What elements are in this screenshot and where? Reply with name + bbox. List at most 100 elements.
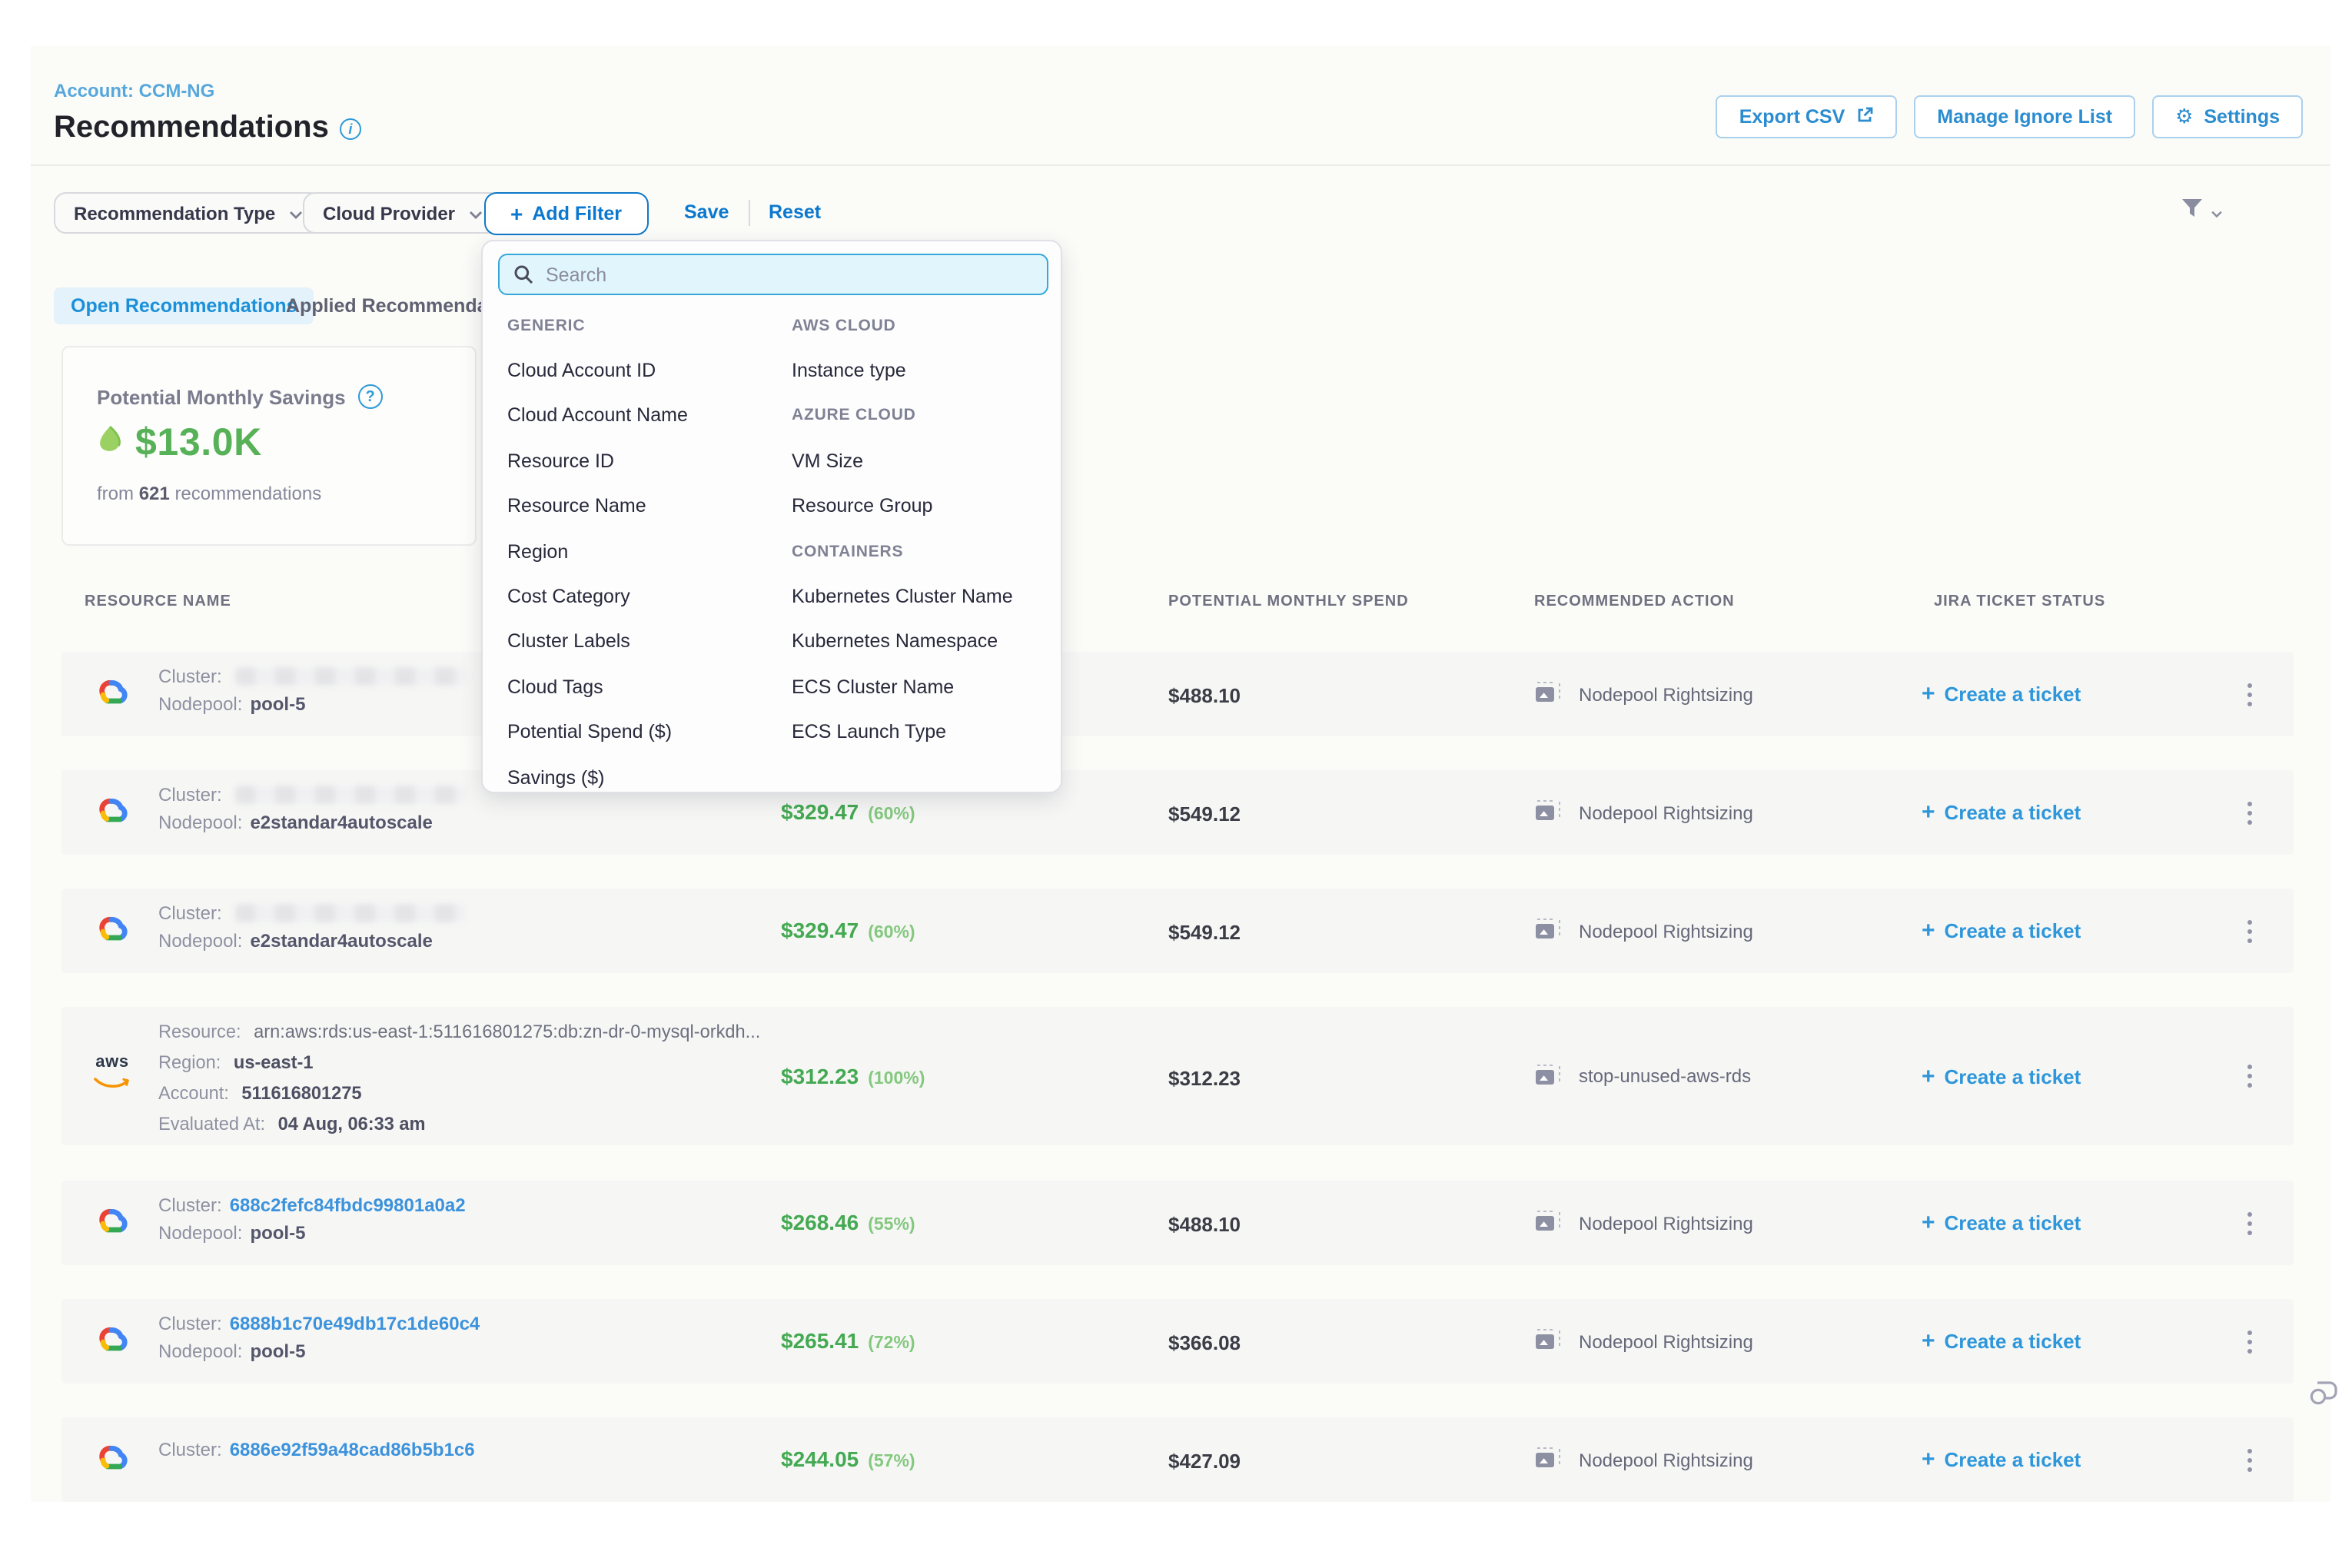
action-label: Nodepool Rightsizing	[1579, 683, 1753, 705]
plus-icon: +	[1922, 1448, 1935, 1471]
resource-cell: Resource: arn:aws:rds:us-east-1:51161680…	[158, 1016, 760, 1139]
filter-option-resource-id[interactable]: Resource ID	[507, 438, 770, 483]
cloud-provider-dropdown[interactable]: Cloud Provider	[303, 192, 503, 234]
cluster-link[interactable]: 6888b1c70e49db17c1de60c4	[230, 1313, 480, 1334]
spend-cell: $488.10	[1168, 684, 1241, 707]
rightsizing-icon	[1534, 1445, 1565, 1474]
table-row: Cluster:6886e92f59a48cad86b5b1c6 $244.05…	[61, 1417, 2294, 1502]
filter-option-cloud-account-id[interactable]: Cloud Account ID	[507, 348, 770, 394]
filter-option-resource-name[interactable]: Resource Name	[507, 483, 770, 529]
recommended-action-cell: Nodepool Rightsizing	[1534, 770, 1753, 855]
info-icon[interactable]: i	[340, 118, 361, 139]
filter-option-kubernetes-namespace[interactable]: Kubernetes Namespace	[792, 619, 1061, 664]
filter-option-cloud-tags[interactable]: Cloud Tags	[507, 664, 770, 709]
create-ticket-button[interactable]: +Create a ticket	[1922, 1299, 2081, 1384]
filter-option-cost-category[interactable]: Cost Category	[507, 574, 770, 620]
help-icon[interactable]: ?	[358, 384, 383, 409]
cluster-link[interactable]: 688c2fefc84fbdc99801a0a2	[230, 1194, 466, 1216]
cluster-link[interactable]: 6886e92f59a48cad86b5b1c6	[230, 1439, 475, 1460]
create-ticket-button[interactable]: +Create a ticket	[1922, 770, 2081, 855]
filter-option-ecs-cluster-name[interactable]: ECS Cluster Name	[792, 664, 1061, 709]
manage-ignore-list-button[interactable]: Manage Ignore List	[1914, 95, 2135, 138]
spend-cell: $488.10	[1168, 1213, 1241, 1236]
row-menu-button[interactable]	[2241, 913, 2258, 948]
filter-option-ecs-launch-type[interactable]: ECS Launch Type	[792, 709, 1061, 755]
spend-cell: $312.23	[1168, 1067, 1241, 1090]
resource-cell: Cluster: Nodepool:pool-5	[158, 666, 467, 715]
support-chat-icon[interactable]	[2306, 1376, 2341, 1419]
filter-option-vm-size[interactable]: VM Size	[792, 438, 1061, 483]
row-menu-button[interactable]	[2241, 1205, 2258, 1241]
filter-option-cluster-labels[interactable]: Cluster Labels	[507, 619, 770, 664]
header-divider	[31, 164, 2330, 166]
savings-cell: $312.23(100%)	[781, 1064, 925, 1088]
add-filter-label: Add Filter	[532, 203, 622, 224]
savings-leaf-icon	[94, 421, 126, 466]
resource-cell: Cluster:6888b1c70e49db17c1de60c4 Nodepoo…	[158, 1313, 480, 1362]
filter-option-kubernetes-cluster-name[interactable]: Kubernetes Cluster Name	[792, 574, 1061, 620]
plus-icon: +	[1922, 1065, 1935, 1088]
savings-card-title: Potential Monthly Savings ?	[97, 384, 383, 409]
reset-filter-button[interactable]: Reset	[769, 201, 821, 223]
manage-ignore-list-label: Manage Ignore List	[1937, 106, 2112, 128]
plus-icon: +	[1922, 683, 1935, 706]
create-ticket-button[interactable]: +Create a ticket	[1922, 1007, 2081, 1145]
chevron-down-icon	[289, 202, 303, 224]
chevron-down-icon	[2211, 198, 2223, 226]
filter-option-region[interactable]: Region	[507, 529, 770, 574]
recommended-action-cell: Nodepool Rightsizing	[1534, 1181, 1753, 1265]
tab-open-recommendations[interactable]: Open Recommendations	[54, 287, 314, 324]
gcp-cloud-icon	[92, 674, 132, 714]
recommended-action-cell: Nodepool Rightsizing	[1534, 1417, 1753, 1502]
search-icon	[513, 264, 533, 284]
account-breadcrumb[interactable]: Account: CCM-NG	[54, 80, 214, 101]
section-title: AZURE CLOUD	[792, 394, 1061, 439]
filter-options-generic-column: GENERIC Cloud Account ID Cloud Account N…	[483, 303, 770, 800]
savings-cell: $268.46(55%)	[781, 1210, 915, 1234]
row-menu-button[interactable]	[2241, 1058, 2258, 1094]
potential-savings-card: Potential Monthly Savings ? $13.0K from …	[61, 346, 477, 546]
row-menu-button[interactable]	[2241, 795, 2258, 830]
row-menu-button[interactable]	[2241, 676, 2258, 712]
recommended-action-cell: Nodepool Rightsizing	[1534, 1299, 1753, 1384]
create-ticket-button[interactable]: +Create a ticket	[1922, 1181, 2081, 1265]
resource-cell: Cluster:688c2fefc84fbdc99801a0a2 Nodepoo…	[158, 1194, 466, 1244]
resource-cell: Cluster:6886e92f59a48cad86b5b1c6	[158, 1439, 475, 1460]
col-resource-name: RESOURCE NAME	[85, 593, 231, 610]
settings-button[interactable]: ⚙ Settings	[2152, 95, 2303, 138]
search-input[interactable]	[498, 254, 1048, 295]
savings-cell: $265.41(72%)	[781, 1328, 915, 1353]
filter-option-savings[interactable]: Savings ($)	[507, 755, 770, 800]
table-row: Cluster: Nodepool:e2standar4autoscale $3…	[61, 770, 2294, 855]
settings-label: Settings	[2204, 106, 2280, 128]
table-row: Cluster:6888b1c70e49db17c1de60c4 Nodepoo…	[61, 1299, 2294, 1384]
recommended-action-cell: stop-unused-aws-rds	[1534, 1007, 1751, 1145]
recommended-action-cell: Nodepool Rightsizing	[1534, 652, 1753, 736]
savings-card-title-text: Potential Monthly Savings	[97, 385, 346, 408]
filter-option-resource-group[interactable]: Resource Group	[792, 483, 1061, 529]
section-title: AWS CLOUD	[792, 303, 1061, 348]
add-filter-button[interactable]: + Add Filter	[484, 192, 648, 235]
create-ticket-button[interactable]: +Create a ticket	[1922, 652, 2081, 736]
page-title: Recommendations i	[54, 111, 361, 146]
export-csv-button[interactable]: Export CSV	[1716, 95, 1898, 138]
row-menu-button[interactable]	[2241, 1324, 2258, 1359]
gear-icon: ⚙	[2175, 105, 2193, 129]
create-ticket-button[interactable]: +Create a ticket	[1922, 889, 2081, 973]
rightsizing-icon	[1534, 1327, 1565, 1356]
savings-subtitle: from 621 recommendations	[97, 483, 321, 504]
filter-funnel-button[interactable]	[2180, 197, 2223, 228]
filter-option-cloud-account-name[interactable]: Cloud Account Name	[507, 394, 770, 439]
plus-icon: +	[1922, 1211, 1935, 1234]
resource-cell: Cluster: Nodepool:e2standar4autoscale	[158, 784, 467, 833]
recommendation-type-dropdown[interactable]: Recommendation Type	[54, 192, 323, 234]
action-label: Nodepool Rightsizing	[1579, 1212, 1753, 1234]
filter-option-instance-type[interactable]: Instance type	[792, 348, 1061, 394]
save-filter-button[interactable]: Save	[684, 201, 729, 223]
plus-icon: +	[510, 201, 523, 226]
filter-option-potential-spend[interactable]: Potential Spend ($)	[507, 709, 770, 755]
gcp-cloud-icon	[92, 792, 132, 832]
plus-icon: +	[1922, 919, 1935, 942]
row-menu-button[interactable]	[2241, 1442, 2258, 1477]
create-ticket-button[interactable]: +Create a ticket	[1922, 1417, 2081, 1502]
